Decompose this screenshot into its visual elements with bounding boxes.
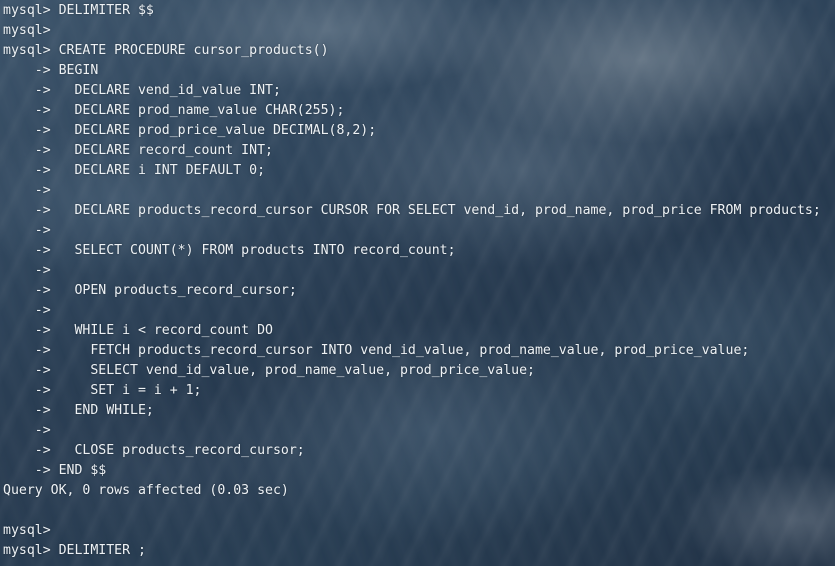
terminal-line: -> CLOSE products_record_cursor; — [3, 443, 305, 458]
terminal-line: -> DECLARE products_record_cursor CURSOR… — [3, 203, 821, 218]
terminal-line: -> DECLARE record_count INT; — [3, 143, 273, 158]
terminal-line: -> END WHILE; — [3, 403, 154, 418]
terminal-line: -> DECLARE i INT DEFAULT 0; — [3, 163, 266, 178]
terminal-line: -> FETCH products_record_cursor INTO ven… — [3, 343, 750, 358]
terminal-line: -> — [3, 223, 51, 238]
terminal-line: -> — [3, 303, 51, 318]
terminal-line: -> — [3, 183, 51, 198]
terminal-line: -> DECLARE prod_name_value CHAR(255); — [3, 103, 345, 118]
terminal-line: mysql> DELIMITER $$ — [3, 3, 154, 18]
terminal-output[interactable]: mysql> DELIMITER $$ mysql> mysql> CREATE… — [3, 1, 833, 561]
terminal-line: -> DECLARE vend_id_value INT; — [3, 83, 281, 98]
terminal-line: -> OPEN products_record_cursor; — [3, 283, 297, 298]
terminal-line: Query OK, 0 rows affected (0.03 sec) — [3, 483, 289, 498]
terminal-line: mysql> — [3, 23, 51, 38]
terminal-prompt[interactable]: mysql> DELIMITER ; — [3, 541, 833, 561]
terminal-line: -> SET i = i + 1; — [3, 383, 202, 398]
terminal-line: mysql> — [3, 523, 51, 538]
terminal-line: mysql> CREATE PROCEDURE cursor_products(… — [3, 43, 329, 58]
terminal-line: -> — [3, 423, 51, 438]
terminal-line: -> — [3, 263, 51, 278]
terminal-line: -> SELECT COUNT(*) FROM products INTO re… — [3, 243, 456, 258]
terminal-line: -> BEGIN — [3, 63, 99, 78]
terminal-line: -> END $$ — [3, 463, 107, 478]
terminal-line: -> WHILE i < record_count DO — [3, 323, 273, 338]
terminal-line: -> DECLARE prod_price_value DECIMAL(8,2)… — [3, 123, 377, 138]
terminal-line: -> SELECT vend_id_value, prod_name_value… — [3, 363, 535, 378]
